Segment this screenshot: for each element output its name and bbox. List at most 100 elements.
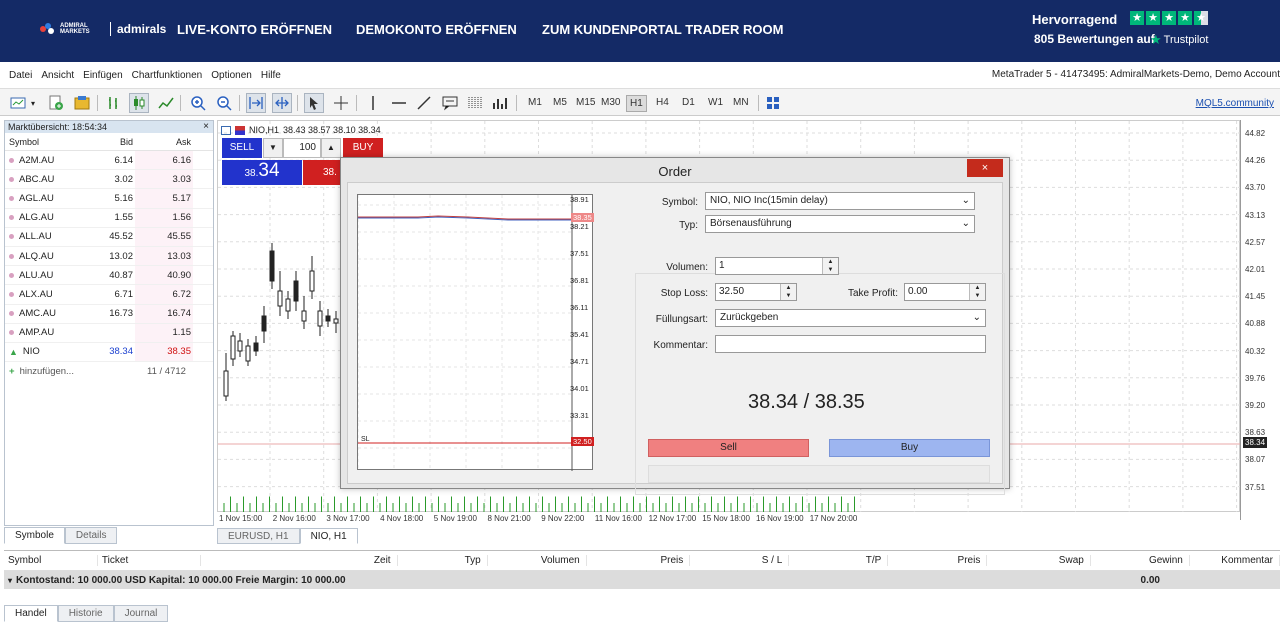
mql5-community-link[interactable]: MQL5.community <box>1196 98 1274 109</box>
market-watch-row[interactable]: ABC.AU 3.02 3.03 <box>5 170 213 190</box>
market-watch-row[interactable]: ALU.AU 40.87 40.90 <box>5 266 213 286</box>
crosshair-icon[interactable] <box>331 93 351 113</box>
terminal-col-header[interactable]: Typ <box>398 555 488 566</box>
lot-increase-button[interactable]: ▲ <box>321 138 341 158</box>
candlestick-icon[interactable] <box>129 93 149 113</box>
tab-journal[interactable]: Journal <box>113 605 169 622</box>
tab-trade[interactable]: Handel <box>4 605 58 622</box>
timeframe-d1[interactable]: D1 <box>679 95 698 110</box>
add-symbol-row[interactable]: + hinzufügen... 11 / 4712 <box>5 362 213 380</box>
buy-button[interactable]: Buy <box>829 439 990 457</box>
market-watch-row[interactable]: ALQ.AU 13.02 13.03 <box>5 246 213 267</box>
timeframe-m30[interactable]: M30 <box>598 95 623 110</box>
timeframe-h4[interactable]: H4 <box>653 95 672 110</box>
auto-scroll-icon[interactable] <box>246 93 266 113</box>
volume-spinner[interactable]: ▲ ▼ <box>822 258 838 274</box>
terminal-col-header[interactable]: S / L <box>690 555 790 566</box>
take-profit-spinner[interactable]: ▲ ▼ <box>969 284 985 300</box>
admirals-logo[interactable]: ADMIRAL MARKETS admirals <box>40 22 166 36</box>
terminal-col-header[interactable]: Swap <box>987 555 1091 566</box>
sell-button[interactable]: Sell <box>648 439 809 457</box>
close-button[interactable]: × <box>967 159 1003 177</box>
timeframe-m1[interactable]: M1 <box>525 95 545 110</box>
collapse-icon[interactable]: ▾ <box>8 576 12 585</box>
menu-help[interactable]: Hilfe <box>261 70 281 81</box>
text-label-icon[interactable] <box>440 93 460 113</box>
horizontal-line-icon[interactable] <box>389 93 409 113</box>
fibonacci-icon[interactable] <box>465 93 485 113</box>
market-watch-row[interactable]: ALG.AU 1.55 1.56 <box>5 208 213 228</box>
market-watch-row[interactable]: AGL.AU 5.16 5.17 <box>5 189 213 209</box>
type-select[interactable]: Börsenausführung ⌄ <box>705 215 975 233</box>
one-click-sell-button[interactable]: SELL <box>222 138 262 158</box>
tab-details[interactable]: Details <box>64 527 118 544</box>
market-watch-row[interactable]: AMC.AU 16.73 16.74 <box>5 304 213 324</box>
lot-size-input[interactable]: 100 <box>283 138 321 158</box>
buy-price-display[interactable]: 38. <box>303 160 343 185</box>
tab-chart-nio[interactable]: NIO, H1 <box>299 528 358 544</box>
col-symbol[interactable]: Symbol <box>5 137 75 147</box>
chart-shift-icon[interactable] <box>272 93 292 113</box>
timeframe-m15[interactable]: M15 <box>573 95 598 110</box>
trendline-icon[interactable] <box>414 93 434 113</box>
new-order-icon[interactable] <box>46 93 66 113</box>
market-watch-row[interactable]: ALL.AU 45.52 45.55 <box>5 227 213 247</box>
order-dialog-titlebar[interactable]: Order × <box>341 158 1009 182</box>
zoom-out-icon[interactable] <box>214 93 234 113</box>
timeframe-h1[interactable]: H1 <box>626 95 647 112</box>
nav-live-account[interactable]: LIVE-KONTO ERÖFFNEN <box>177 22 332 37</box>
nav-trader-room[interactable]: ZUM KUNDENPORTAL TRADER ROOM <box>542 22 783 37</box>
stop-loss-input[interactable]: 32.50 ▲ ▼ <box>715 283 797 301</box>
col-ask[interactable]: Ask <box>135 133 193 150</box>
line-chart-icon[interactable] <box>156 93 176 113</box>
terminal-col-header[interactable]: Preis <box>888 555 988 566</box>
take-profit-input[interactable]: 0.00 ▲ ▼ <box>904 283 986 301</box>
timeframe-mn[interactable]: MN <box>730 95 752 110</box>
terminal-col-header[interactable]: Ticket <box>98 555 201 566</box>
market-watch-row[interactable]: AMP.AU 1.15 <box>5 323 213 343</box>
timeframe-m5[interactable]: M5 <box>550 95 570 110</box>
stop-loss-spinner[interactable]: ▲ ▼ <box>780 284 796 300</box>
tab-symbols[interactable]: Symbole <box>4 527 65 544</box>
terminal-col-header[interactable]: Zeit <box>201 555 398 566</box>
market-watch-row[interactable]: ▲ NIO 38.34 38.35 <box>5 342 213 363</box>
cursor-icon[interactable] <box>304 93 324 113</box>
sell-price-display[interactable]: 38.34 <box>222 160 302 185</box>
menu-view[interactable]: Ansicht <box>41 70 74 81</box>
vertical-line-icon[interactable] <box>363 93 383 113</box>
symbol-select[interactable]: NIO, NIO Inc(15min delay) ⌄ <box>705 192 975 210</box>
menu-insert[interactable]: Einfügen <box>83 70 122 81</box>
comment-input[interactable] <box>715 335 986 353</box>
market-watch-row[interactable]: ALX.AU 6.71 6.72 <box>5 285 213 305</box>
indicators-icon[interactable] <box>490 93 510 113</box>
price-tick-label: 41.45 <box>1245 292 1266 302</box>
terminal-col-header[interactable]: Volumen <box>488 555 587 566</box>
volume-input[interactable]: 1 ▲ ▼ <box>715 257 839 275</box>
terminal-col-header[interactable]: T/P <box>789 555 889 566</box>
new-chart-icon[interactable] <box>8 93 28 113</box>
terminal-col-header[interactable]: Preis <box>587 555 691 566</box>
nav-demo-account[interactable]: DEMOKONTO ERÖFFNEN <box>356 22 517 37</box>
terminal-col-header[interactable]: Kommentar <box>1190 555 1280 566</box>
zoom-in-icon[interactable] <box>188 93 208 113</box>
menu-file[interactable]: Datei <box>9 70 32 81</box>
one-click-buy-button[interactable]: BUY <box>343 138 383 158</box>
menu-charts[interactable]: Chartfunktionen <box>132 70 203 81</box>
market-watch-row[interactable]: A2M.AU 6.14 6.16 <box>5 151 213 171</box>
terminal-col-header[interactable]: Gewinn <box>1091 555 1190 566</box>
bar-chart-icon[interactable] <box>104 93 124 113</box>
col-bid[interactable]: Bid <box>75 137 135 147</box>
tab-history[interactable]: Historie <box>57 605 114 622</box>
chevron-down-icon[interactable]: ▾ <box>28 93 38 113</box>
timeframe-w1[interactable]: W1 <box>705 95 726 110</box>
fill-type-select[interactable]: Zurückgeben ⌄ <box>715 309 986 327</box>
menu-options[interactable]: Optionen <box>211 70 252 81</box>
trustpilot-logo[interactable]: ★ Trustpilot <box>1150 32 1208 48</box>
close-icon[interactable]: × <box>203 121 209 133</box>
market-watch-icon[interactable] <box>72 93 92 113</box>
tab-chart-eurusd[interactable]: EURUSD, H1 <box>217 528 300 544</box>
add-symbol-label[interactable]: hinzufügen... <box>20 366 74 377</box>
lot-decrease-button[interactable]: ▼ <box>263 138 283 158</box>
tile-windows-icon[interactable] <box>763 93 783 113</box>
terminal-col-header[interactable]: Symbol <box>4 555 98 566</box>
